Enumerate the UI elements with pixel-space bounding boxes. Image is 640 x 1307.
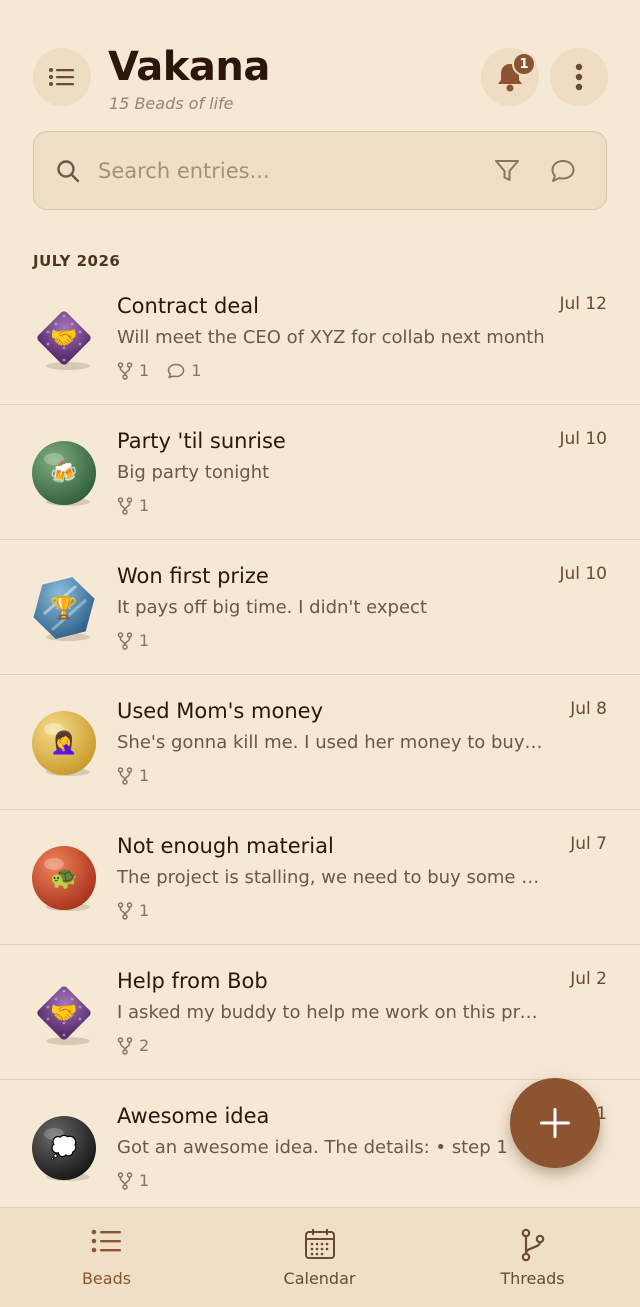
bead-emoji: 💭: [50, 1135, 78, 1161]
list-item[interactable]: 🐢 Not enough material Jul 7 The project …: [0, 810, 640, 945]
notification-badge: 1: [512, 52, 536, 76]
thread-count: 1: [117, 1171, 149, 1190]
entry-date: Jul 2: [570, 969, 607, 989]
bead-emoji: 🐢: [50, 865, 78, 891]
filter-icon[interactable]: [493, 157, 521, 185]
entry-meta: 1: [117, 496, 167, 515]
thread-count: 1: [117, 766, 149, 785]
entry-preview: It pays off big time. I didn't expect: [117, 597, 427, 618]
thread-count: 2: [117, 1036, 149, 1055]
thread-count: 1: [117, 631, 149, 650]
entry-title: Won first prize: [117, 564, 269, 588]
entry-preview: Will meet the CEO of XYZ for collab next…: [117, 327, 545, 348]
entry-title: Contract deal: [117, 294, 259, 318]
nav-calendar[interactable]: Calendar: [213, 1208, 426, 1307]
nav-threads[interactable]: Threads: [426, 1208, 639, 1307]
comment-count: 1: [167, 361, 201, 380]
entry-meta: 1: [117, 631, 167, 650]
entry-title: Used Mom's money: [117, 699, 324, 723]
entry-title: Awesome idea: [117, 1104, 270, 1128]
branch-icon: [117, 496, 133, 515]
entry-meta: 1: [117, 766, 167, 785]
thread-count: 1: [117, 361, 149, 380]
entry-title: Help from Bob: [117, 969, 268, 993]
comment-icon: [167, 363, 185, 378]
nav-calendar-label: Calendar: [283, 1269, 356, 1288]
search-input[interactable]: [98, 152, 478, 190]
entry-meta: 2: [117, 1036, 167, 1055]
entry-preview: I asked my buddy to help me work on this…: [117, 1002, 547, 1023]
app-subtitle: 15 Beads of life: [109, 94, 234, 113]
bead-emoji: 🍻: [50, 460, 78, 486]
bead-emoji: 🤝: [50, 325, 78, 351]
chat-bubble-icon[interactable]: [549, 157, 577, 185]
bead-emoji: 🤝: [50, 1000, 78, 1026]
entry-preview: The project is stalling, we need to buy …: [117, 867, 547, 888]
branch-icon: [117, 361, 133, 380]
entry-preview: Big party tonight: [117, 462, 270, 483]
list-item[interactable]: 🤦‍♀️ Used Mom's money Jul 8 She's gonna …: [0, 675, 640, 810]
entry-meta: 1: [117, 901, 167, 920]
entry-title: Party 'til sunrise: [117, 429, 286, 453]
entry-date: Jul 8: [570, 699, 607, 719]
list-item[interactable]: 🤝 Contract deal Jul 12 Will meet the CEO…: [0, 270, 640, 405]
branch-icon: [521, 1228, 544, 1262]
list-item[interactable]: 🏆 Won first prize Jul 10 It pays off big…: [0, 540, 640, 675]
entry-date: Jul 10: [559, 564, 607, 584]
plus-icon: [540, 1108, 570, 1138]
bottom-navigation: Beads Calendar Threads: [0, 1207, 640, 1307]
nav-beads[interactable]: Beads: [0, 1208, 213, 1307]
app-title: Vakana: [108, 44, 270, 90]
thread-count: 1: [117, 901, 149, 920]
nav-beads-label: Beads: [81, 1269, 132, 1288]
more-vertical-icon: [575, 63, 583, 91]
search-icon: [57, 160, 80, 183]
thread-count: 1: [117, 496, 149, 515]
branch-icon: [117, 1036, 133, 1055]
section-month-label: JULY 2026: [33, 252, 121, 270]
entry-meta: 1: [117, 1171, 167, 1190]
calendar-icon: [304, 1229, 335, 1259]
branch-icon: [117, 631, 133, 650]
app-header: Vakana 15 Beads of life 1: [0, 0, 640, 120]
list-icon: [49, 68, 74, 86]
entry-meta: 1 1: [117, 361, 219, 380]
entry-preview: She's gonna kill me. I used her money to…: [117, 732, 547, 753]
nav-threads-label: Threads: [500, 1269, 565, 1288]
list-item[interactable]: 🍻 Party 'til sunrise Jul 10 Big party to…: [0, 405, 640, 540]
entry-title: Not enough material: [117, 834, 334, 858]
entry-date: Jul 10: [559, 429, 607, 449]
search-bar: [33, 131, 607, 210]
list-item[interactable]: 🤝 Help from Bob Jul 2 I asked my buddy t…: [0, 945, 640, 1080]
branch-icon: [117, 766, 133, 785]
entry-date: Jul 7: [570, 834, 607, 854]
menu-button[interactable]: [33, 48, 91, 106]
bead-emoji: 🤦‍♀️: [50, 730, 78, 756]
add-entry-button[interactable]: [510, 1078, 600, 1168]
branch-icon: [117, 901, 133, 920]
entry-preview: Got an awesome idea. The details: • step…: [117, 1137, 508, 1158]
branch-icon: [117, 1171, 133, 1190]
bead-emoji: 🏆: [50, 595, 78, 621]
entry-date: Jul 12: [559, 294, 607, 314]
list-icon: [91, 1229, 121, 1253]
more-options-button[interactable]: [550, 48, 608, 106]
